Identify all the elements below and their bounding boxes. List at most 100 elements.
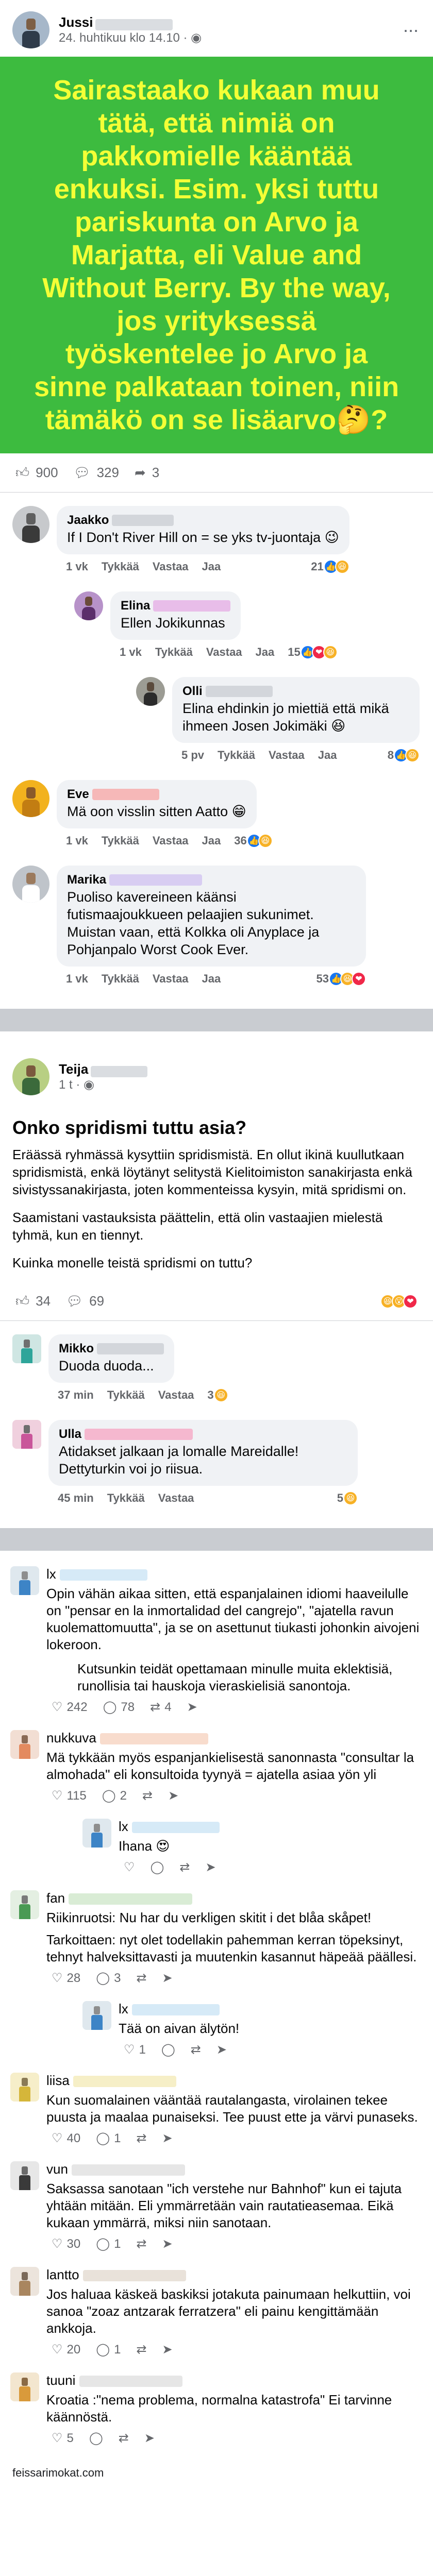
reaction-summary[interactable]: 😆 😮 ❤: [380, 1294, 418, 1309]
post-timestamp[interactable]: 1 t: [59, 1078, 73, 1092]
author-name[interactable]: Jussi: [59, 14, 93, 30]
comment-author[interactable]: Eve: [67, 787, 89, 802]
avatar[interactable]: [82, 2001, 111, 2030]
like-link[interactable]: Tykkää: [107, 1388, 145, 1402]
avatar[interactable]: [12, 11, 49, 48]
share-button[interactable]: ➤: [162, 2236, 173, 2251]
like-button[interactable]: ♡ 5: [52, 2431, 74, 2446]
share-link[interactable]: Jaa: [202, 834, 221, 848]
reaction-icons[interactable]: 😆: [213, 1388, 228, 1402]
comment-author[interactable]: nukkuva: [46, 1730, 96, 1745]
repost-button[interactable]: ⇄: [191, 2042, 201, 2057]
share-link[interactable]: Jaa: [202, 560, 221, 573]
post-timestamp[interactable]: 24. huhtikuu klo 14.10: [59, 31, 180, 45]
repost-button[interactable]: ⇄: [136, 2342, 146, 2357]
like-link[interactable]: Tykkää: [102, 834, 139, 848]
comment-author[interactable]: Jaakko: [67, 513, 109, 528]
author-name[interactable]: Teija: [59, 1061, 88, 1077]
reply-button[interactable]: ◯ 3: [96, 1971, 121, 1986]
avatar[interactable]: [10, 2161, 39, 2190]
reply-button[interactable]: ◯: [89, 2431, 103, 2446]
like-button[interactable]: ♡ 115: [52, 1788, 87, 1803]
reply-button[interactable]: ◯ 1: [96, 2342, 121, 2357]
like-button[interactable]: ♡ 242: [52, 1700, 88, 1715]
comment-author[interactable]: Olli: [182, 684, 203, 699]
like-link[interactable]: Tykkää: [218, 749, 255, 762]
reaction-icons[interactable]: 👍 😆: [323, 560, 349, 574]
reply-link[interactable]: Vastaa: [269, 749, 305, 762]
comment-author[interactable]: lantto: [46, 2267, 79, 2282]
share-button[interactable]: ➤: [168, 1788, 178, 1803]
avatar[interactable]: [12, 1058, 49, 1095]
share-button[interactable]: ➤: [144, 2431, 155, 2446]
repost-button[interactable]: ⇄: [136, 2236, 146, 2251]
comment-author[interactable]: liisa: [46, 2073, 70, 2088]
reply-link[interactable]: Vastaa: [153, 560, 189, 573]
avatar[interactable]: [12, 1420, 41, 1449]
comment-author[interactable]: Mikko: [59, 1342, 94, 1356]
avatar[interactable]: [12, 866, 49, 903]
comment-author[interactable]: Elina: [121, 599, 150, 613]
like-button[interactable]: ♡ 1: [124, 2042, 146, 2057]
avatar[interactable]: [12, 780, 49, 817]
avatar[interactable]: [74, 591, 103, 620]
reactions-stat[interactable]: 👍︎ 34: [15, 1293, 51, 1309]
comment-author[interactable]: fan: [46, 1890, 65, 1906]
comment-author[interactable]: tuuni: [46, 2372, 75, 2388]
like-button[interactable]: ♡ 30: [52, 2236, 80, 2251]
share-link[interactable]: Jaa: [256, 646, 275, 659]
avatar[interactable]: [136, 677, 165, 706]
share-button[interactable]: ➤: [187, 1700, 197, 1715]
reaction-icons[interactable]: 😆: [343, 1491, 358, 1505]
repost-button[interactable]: ⇄: [136, 1971, 146, 1986]
reply-link[interactable]: Vastaa: [158, 1388, 194, 1402]
reply-link[interactable]: Vastaa: [153, 972, 189, 986]
reaction-icons[interactable]: 👍 😆: [246, 834, 273, 848]
share-button[interactable]: ➤: [162, 2342, 173, 2357]
repost-button[interactable]: ⇄: [142, 1788, 153, 1803]
shares-stat[interactable]: ➦ 3: [135, 465, 159, 481]
like-link[interactable]: Tykkää: [155, 646, 193, 659]
comments-stat[interactable]: 💬︎ 69: [66, 1293, 104, 1309]
like-link[interactable]: Tykkää: [102, 972, 139, 986]
comment-author[interactable]: lx: [119, 2001, 128, 2016]
avatar[interactable]: [12, 1334, 41, 1363]
comment-author[interactable]: Marika: [67, 873, 106, 887]
share-button[interactable]: ➤: [205, 1860, 215, 1875]
reply-button[interactable]: ◯ 1: [96, 2131, 121, 2146]
reply-link[interactable]: Vastaa: [153, 834, 189, 848]
avatar[interactable]: [12, 506, 49, 543]
reply-link[interactable]: Vastaa: [158, 1492, 194, 1505]
like-link[interactable]: Tykkää: [102, 560, 139, 573]
reply-link[interactable]: Vastaa: [206, 646, 242, 659]
comments-stat[interactable]: 💬︎ 329: [74, 465, 119, 481]
avatar[interactable]: [10, 1566, 39, 1595]
repost-button[interactable]: ⇄: [136, 2131, 146, 2146]
reaction-icons[interactable]: 👍 ❤ 😆: [300, 645, 338, 659]
share-link[interactable]: Jaa: [202, 972, 221, 986]
avatar[interactable]: [10, 2372, 39, 2401]
reply-button[interactable]: ◯ 1: [96, 2236, 121, 2251]
like-button[interactable]: ♡ 20: [52, 2342, 80, 2357]
avatar[interactable]: [10, 1890, 39, 1919]
like-button[interactable]: ♡ 28: [52, 1971, 80, 1986]
share-link[interactable]: Jaa: [318, 749, 337, 762]
comment-author[interactable]: lx: [46, 1566, 56, 1582]
like-button[interactable]: ♡ 40: [52, 2131, 80, 2146]
comment-author[interactable]: lx: [119, 1819, 128, 1834]
reply-button[interactable]: ◯: [161, 2042, 175, 2057]
avatar[interactable]: [10, 1730, 39, 1759]
reaction-icons[interactable]: 👍 😆: [394, 748, 420, 762]
reply-button[interactable]: ◯: [151, 1860, 164, 1875]
repost-button[interactable]: ⇄ 4: [150, 1700, 171, 1715]
comment-author[interactable]: Ulla: [59, 1427, 81, 1442]
reply-button[interactable]: ◯ 78: [103, 1700, 135, 1715]
share-button[interactable]: ➤: [162, 2131, 173, 2146]
repost-button[interactable]: ⇄: [179, 1860, 190, 1875]
share-button[interactable]: ➤: [162, 1971, 173, 1986]
avatar[interactable]: [10, 2073, 39, 2102]
comment-author[interactable]: vun: [46, 2161, 68, 2177]
avatar[interactable]: [82, 1819, 111, 1848]
like-button[interactable]: ♡: [124, 1860, 135, 1875]
avatar[interactable]: [10, 2267, 39, 2296]
